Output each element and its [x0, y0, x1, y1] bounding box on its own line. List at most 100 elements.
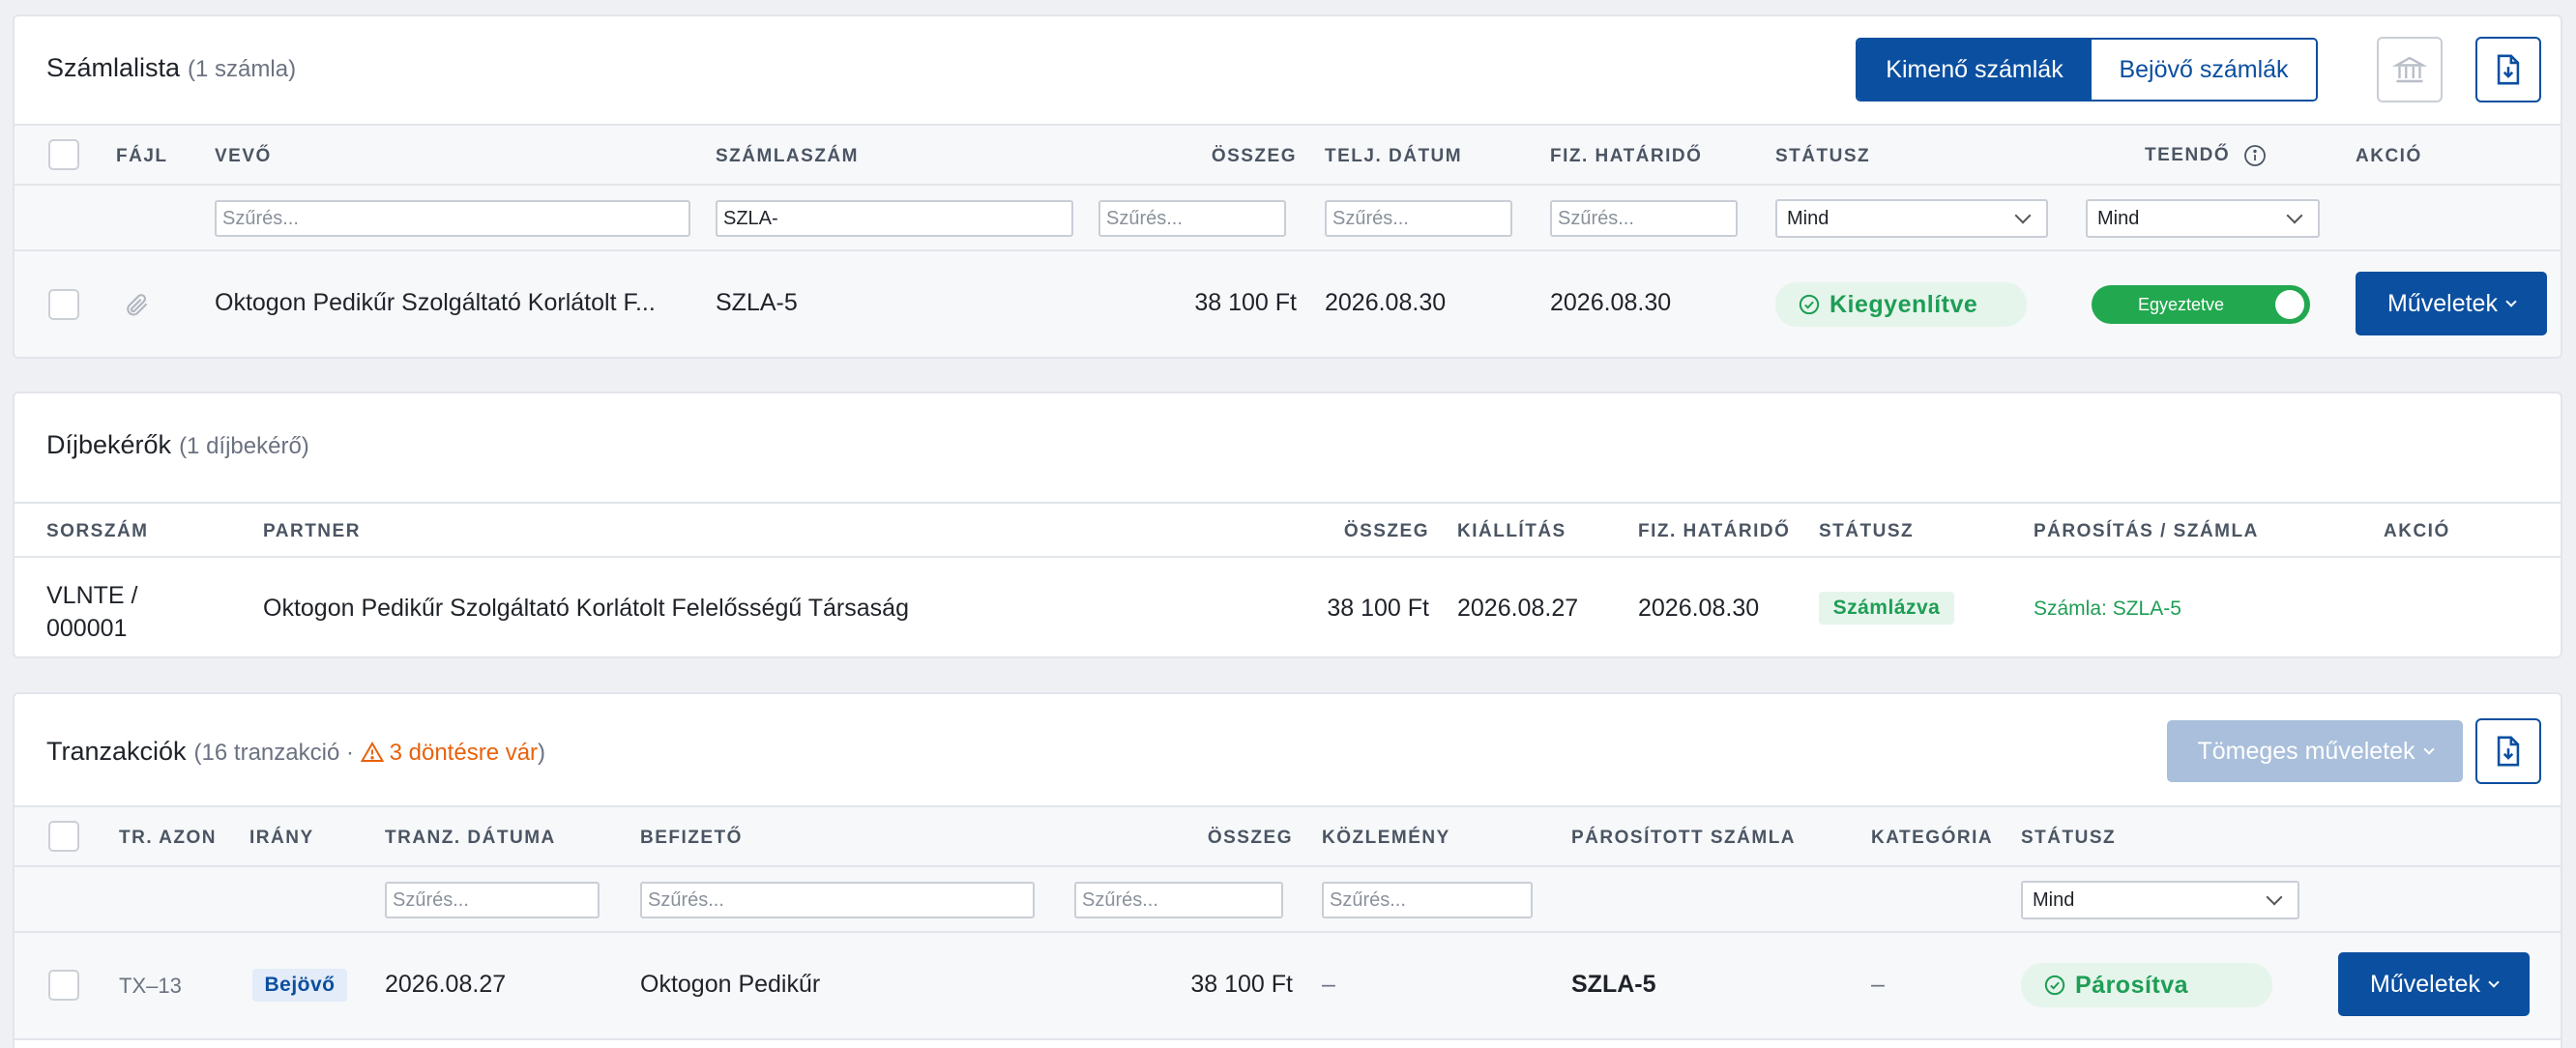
transaction-note: –	[1322, 971, 1335, 998]
due-date-filter-input[interactable]	[1550, 200, 1738, 237]
col-tr-id: Tr. azon	[119, 828, 218, 848]
check-circle-icon	[2044, 975, 2065, 996]
amount-filter-input[interactable]	[1098, 200, 1286, 237]
proformas-count: (1 díjbekérő)	[179, 433, 309, 459]
chevron-down-icon	[2014, 207, 2032, 224]
proformas-title-wrap: Díjbekérők (1 díjbekérő)	[46, 430, 309, 460]
paperclip-icon[interactable]	[123, 290, 150, 319]
proforma-invoice-link[interactable]: Számla: SZLA-5	[2034, 597, 2181, 621]
transactions-card: Tranzakciók (16 tranzakció · 3 döntésre v…	[13, 692, 2562, 1048]
invoice-direction-toggle: Kimenő számlák Bejövő számlák	[1856, 38, 2318, 102]
chevron-down-icon	[2505, 296, 2517, 307]
toggle-knob	[2275, 290, 2304, 319]
invoice-number: SZLA-5	[716, 289, 798, 316]
check-circle-icon	[1799, 294, 1820, 315]
col-perf-date: Telj. dátum	[1325, 146, 1463, 166]
invoices-filter-row: Mind Mind	[15, 186, 2561, 251]
transaction-actions-button[interactable]: Műveletek	[2338, 952, 2530, 1016]
proforma-serial: VLNTE / 000001	[46, 579, 137, 645]
transaction-status-label: Párosítva	[2075, 971, 2189, 999]
transaction-row[interactable]: TX–13 Bejövő 2026.08.27 Oktogon Pedikűr …	[15, 933, 2561, 1040]
amount-filter-input[interactable]	[1074, 882, 1283, 918]
pending-decisions[interactable]: 3 döntésre vár	[360, 740, 539, 766]
buyer-filter-input[interactable]	[215, 200, 690, 237]
col-amount: Összeg	[1211, 146, 1297, 166]
proforma-status-badge: Számlázva	[1819, 592, 1954, 625]
invoices-card: Számlalista (1 számla) Kimenő számlák Bej…	[13, 15, 2562, 359]
todo-filter-value: Mind	[2097, 207, 2140, 229]
col-action: Akció	[2384, 521, 2450, 541]
col-file: Fájl	[116, 146, 168, 166]
transactions-title-wrap: Tranzakciók (16 tranzakció · 3 döntésre v…	[46, 737, 545, 767]
col-invoice-number: Számlaszám	[716, 146, 859, 166]
proforma-issued: 2026.08.27	[1457, 595, 1579, 622]
info-icon[interactable]	[2243, 144, 2267, 167]
proforma-partner: Oktogon Pedikűr Szolgáltató Korlátolt Fe…	[263, 595, 909, 622]
transactions-export-button[interactable]	[2475, 718, 2541, 784]
invoice-due-date: 2026.08.30	[1550, 289, 1672, 316]
invoices-count: (1 számla)	[188, 56, 297, 82]
proforma-serial-line1: VLNTE /	[46, 582, 138, 609]
status-filter-select[interactable]: Mind	[1775, 199, 2048, 238]
select-all-invoices-checkbox[interactable]	[48, 139, 79, 170]
transactions-filter-row: Mind	[15, 867, 2561, 933]
chevron-down-icon	[2488, 976, 2500, 988]
transaction-row-checkbox[interactable]	[48, 970, 79, 1001]
invoice-perf-date: 2026.08.30	[1325, 289, 1447, 316]
invoice-row-checkbox[interactable]	[48, 289, 79, 320]
col-serial: Sorszám	[46, 521, 149, 541]
status-filter-value: Mind	[1787, 207, 1830, 229]
invoices-table-header: Fájl Vevő Számlaszám Összeg Telj. dátum …	[15, 124, 2561, 186]
tab-incoming-invoices[interactable]: Bejövő számlák	[2092, 40, 2316, 100]
col-issued: Kiállítás	[1457, 521, 1566, 541]
col-action: Akció	[2356, 146, 2422, 166]
transactions-table-header: Tr. azon Irány Tranz. dátuma Befizető Ös…	[15, 805, 2561, 867]
transaction-amount: 38 100 Ft	[1190, 971, 1293, 998]
date-filter-input[interactable]	[385, 882, 600, 918]
bulk-actions-label: Tömeges műveletek	[2197, 737, 2415, 765]
col-buyer: Vevő	[215, 146, 272, 166]
invoice-status-badge: Kiegyenlítve	[1775, 282, 2027, 327]
proforma-row[interactable]: VLNTE / 000001 Oktogon Pedikűr Szolgálta…	[15, 558, 2561, 656]
pending-decisions-label: 3 döntésre vár	[389, 740, 539, 766]
col-status: Státusz	[1775, 146, 1871, 166]
invoice-buyer: Oktogon Pedikűr Szolgáltató Korlátolt F.…	[215, 289, 656, 316]
col-matched-invoice: Párosított számla	[1571, 828, 1797, 848]
invoice-number-filter-input[interactable]	[716, 200, 1073, 237]
transaction-actions-label: Műveletek	[2370, 970, 2480, 998]
col-payer: Befizető	[640, 828, 743, 848]
reconciled-toggle-label: Egyeztetve	[2138, 294, 2225, 314]
tab-outgoing-invoices[interactable]: Kimenő számlák	[1858, 40, 2092, 100]
invoices-title-wrap: Számlalista (1 számla)	[46, 53, 296, 83]
invoices-export-button[interactable]	[2475, 37, 2541, 102]
reconciled-toggle[interactable]: Egyeztetve	[2092, 285, 2310, 324]
col-direction: Irány	[249, 828, 314, 848]
chevron-down-icon	[2286, 207, 2303, 224]
col-category: Kategória	[1871, 828, 1994, 848]
bulk-actions-button[interactable]: Tömeges műveletek	[2167, 720, 2463, 782]
chevron-down-icon	[2266, 888, 2283, 906]
chevron-down-icon	[2422, 743, 2435, 755]
invoice-amount: 38 100 Ft	[1194, 289, 1297, 316]
invoice-actions-button[interactable]: Műveletek	[2356, 272, 2547, 335]
warning-icon	[360, 742, 384, 762]
bank-button[interactable]	[2377, 37, 2443, 102]
transaction-status-filter-select[interactable]: Mind	[2021, 881, 2299, 919]
proformas-card: Díjbekérők (1 díjbekérő) Sorszám Partner …	[13, 392, 2562, 658]
perf-date-filter-input[interactable]	[1325, 200, 1512, 237]
note-filter-input[interactable]	[1322, 882, 1533, 918]
col-date: Tranz. dátuma	[385, 828, 556, 848]
transactions-count-suffix: )	[538, 740, 546, 766]
invoice-status-label: Kiegyenlítve	[1830, 290, 1978, 318]
download-file-icon	[2497, 54, 2520, 85]
col-status: Státusz	[1819, 521, 1915, 541]
transactions-count: (16 tranzakció · 3 döntésre vár)	[194, 740, 546, 766]
bank-icon	[2392, 56, 2427, 83]
payer-filter-input[interactable]	[640, 882, 1035, 918]
invoice-row[interactable]: Oktogon Pedikűr Szolgáltató Korlátolt F.…	[15, 251, 2561, 357]
col-status: Státusz	[2021, 828, 2117, 848]
select-all-transactions-checkbox[interactable]	[48, 821, 79, 852]
col-todo: Teendő	[2145, 145, 2231, 165]
todo-filter-select[interactable]: Mind	[2086, 199, 2320, 238]
proformas-title: Díjbekérők	[46, 430, 172, 459]
